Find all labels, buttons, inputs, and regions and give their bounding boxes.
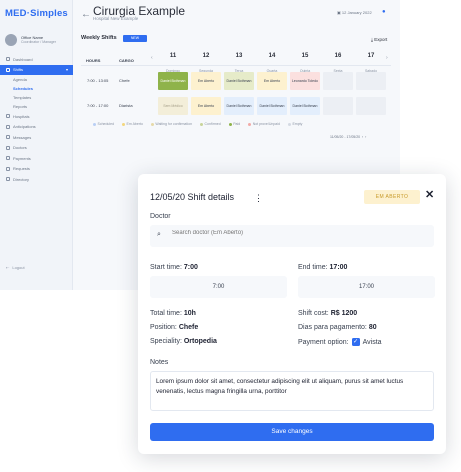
shift-cell[interactable]: Em Aberto: [191, 97, 221, 115]
avatar: [5, 34, 17, 46]
sidebar-item-messages[interactable]: Messages: [0, 132, 73, 143]
sidebar: MED·Simples Office Name Coordinator / Man…: [0, 0, 73, 290]
start-time-label: Start time: 7:00: [150, 264, 198, 271]
shift-cell[interactable]: [323, 97, 353, 115]
shift-cell[interactable]: Em Aberto: [257, 72, 287, 90]
weekly-shifts-label: Weekly Shifts: [81, 35, 117, 41]
speciality: Speciality: Ortopedia: [150, 338, 217, 345]
message-icon: [6, 135, 10, 140]
modal-title: 12/05/20 Shift details: [150, 192, 235, 202]
sidebar-item-payments[interactable]: Payments: [0, 153, 73, 164]
table-row: 7:00 - 17:00 Diarista Sem Médico Em Aber…: [81, 96, 391, 116]
date-display[interactable]: ▣ 12 January 2022: [337, 10, 372, 15]
sidebar-item-directory[interactable]: Directory: [0, 174, 73, 185]
shift-cell[interactable]: Daniel Bothman: [224, 97, 254, 115]
shift-cell[interactable]: [356, 97, 386, 115]
status-badge: EM ABERTO: [364, 190, 420, 204]
logout-link[interactable]: ⇠ Logout: [6, 265, 25, 270]
shift-details-modal: 12/05/20 Shift details ⋮ EM ABERTO ✕ Doc…: [138, 174, 446, 454]
shift-cell[interactable]: [356, 72, 386, 90]
sidebar-item-anticipations[interactable]: Anticipations: [0, 122, 73, 133]
next-week-icon[interactable]: ›: [386, 55, 388, 61]
user-profile[interactable]: Office Name Coordinator / Manager: [5, 34, 56, 46]
sidebar-sub-agenda[interactable]: Agenda: [0, 75, 73, 84]
payment-icon: [6, 156, 10, 161]
shift-cell[interactable]: Daniel Bothman: [257, 97, 287, 115]
avista-checkbox[interactable]: ✓: [351, 338, 360, 346]
directory-icon: [6, 177, 10, 182]
status-legend: Scheduled Em Aberto Waiting for confirma…: [93, 122, 302, 126]
anticipation-icon: [6, 124, 10, 129]
sidebar-item-hospitals[interactable]: Hospitals: [0, 111, 73, 122]
col-hours: HOURS: [86, 58, 101, 63]
app-logo: MED·Simples: [5, 8, 68, 19]
search-icon: ⌕: [157, 231, 161, 238]
sidebar-sub-reports[interactable]: Reports: [0, 102, 73, 111]
date-range: 11/05/20 - 17/05/20 ‹ ›: [330, 135, 367, 139]
shift-cell[interactable]: Leonardo Toledo: [290, 72, 320, 90]
end-time-input[interactable]: 17:00: [298, 276, 435, 298]
shift-cell[interactable]: Sem Médico: [158, 97, 188, 115]
sidebar-sub-schedules[interactable]: Schedules: [0, 84, 73, 93]
prev-week-icon[interactable]: ‹: [151, 55, 153, 61]
position: Position: Chefe: [150, 324, 199, 331]
col-role: CARGO: [119, 58, 134, 63]
shift-cell[interactable]: Daniel Bothman: [290, 97, 320, 115]
sidebar-item-requests[interactable]: Requests: [0, 164, 73, 175]
shift-cost: Shift cost: R$ 1200: [298, 310, 358, 317]
hospital-icon: [6, 114, 10, 119]
shift-cell[interactable]: [323, 72, 353, 90]
payment-option: Payment option: ✓ Avista: [298, 338, 382, 346]
sidebar-item-shifts[interactable]: Shifts ▾: [0, 64, 73, 75]
logout-icon: ⇠: [6, 265, 10, 270]
start-time-input[interactable]: 7:00: [150, 276, 287, 298]
doctor-search[interactable]: ⌕: [150, 225, 434, 247]
page-subtitle: Hospital New Example: [93, 16, 139, 21]
table-header: HOURS CARGO ‹ 11 Domingo 12 Segunda 13 Terc…: [81, 52, 391, 73]
table-row: 7:00 - 13:05 Chefe Daniel Bothman Em Abe…: [81, 71, 391, 91]
more-options-icon[interactable]: ⋮: [254, 193, 263, 204]
chevron-down-icon: ▾: [65, 67, 68, 73]
sidebar-sub-templates[interactable]: Templates: [0, 93, 73, 102]
notes-label: Notes: [150, 359, 169, 366]
dashboard-icon: [6, 57, 10, 62]
new-badge[interactable]: NEW: [123, 35, 147, 42]
notes-textarea[interactable]: Lorem ipsum dolor sit amet, consectetur …: [150, 371, 434, 411]
total-time: Total time: 10h: [150, 310, 196, 317]
user-role: Coordinator / Manager: [21, 40, 57, 44]
save-changes-button[interactable]: Save changes: [150, 423, 434, 441]
doctor-label: Doctor: [150, 213, 171, 220]
shift-cell[interactable]: Daniel Bothman: [158, 72, 188, 90]
sidebar-item-dashboard[interactable]: Dashboard: [0, 54, 73, 65]
sidebar-nav: Dashboard Shifts ▾ Agenda Schedules Templ…: [0, 54, 73, 185]
shift-cell[interactable]: Em Aberto: [191, 72, 221, 90]
drop-icon[interactable]: ●: [382, 9, 386, 15]
request-icon: [6, 166, 10, 171]
shifts-icon: [6, 67, 10, 72]
sidebar-item-doctors[interactable]: Doctors: [0, 143, 73, 154]
doctor-icon: [6, 145, 10, 150]
back-arrow-icon[interactable]: ←: [81, 9, 91, 20]
close-icon[interactable]: ✕: [425, 188, 434, 201]
doctor-search-input[interactable]: [172, 230, 422, 236]
payment-days: Dias para pagamento: 80: [298, 324, 377, 331]
end-time-label: End time: 17:00: [298, 264, 348, 271]
shift-cell[interactable]: Daniel Bothman: [224, 72, 254, 90]
export-button[interactable]: ⤓ Export: [371, 37, 387, 42]
